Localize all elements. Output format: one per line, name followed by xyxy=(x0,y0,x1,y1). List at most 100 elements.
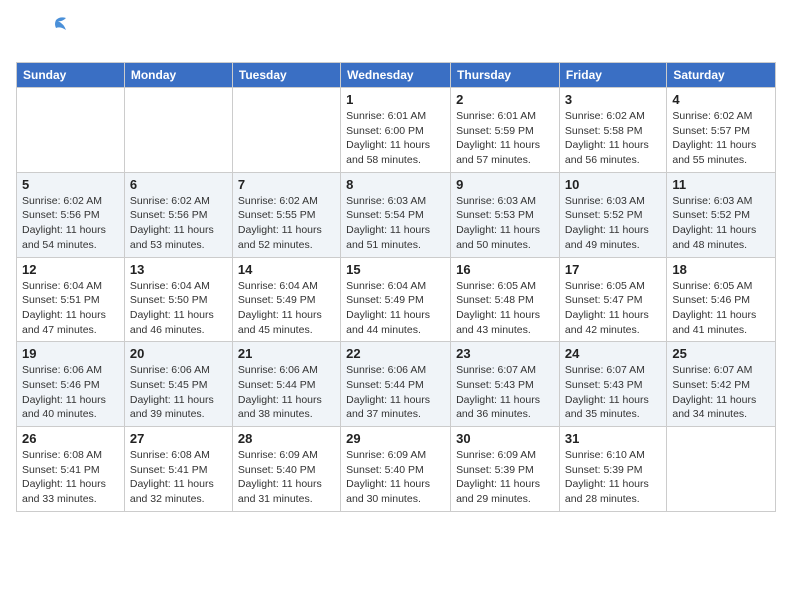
day-number: 6 xyxy=(130,177,227,192)
day-info: Sunrise: 6:03 AMSunset: 5:52 PMDaylight:… xyxy=(565,194,661,253)
weekday-header-wednesday: Wednesday xyxy=(341,63,451,88)
day-info: Sunrise: 6:08 AMSunset: 5:41 PMDaylight:… xyxy=(130,448,227,507)
calendar-week-1: 1 Sunrise: 6:01 AMSunset: 6:00 PMDaylight… xyxy=(17,88,776,173)
calendar-cell: 21 Sunrise: 6:06 AMSunset: 5:44 PMDayligh… xyxy=(232,342,340,427)
calendar-cell: 14 Sunrise: 6:04 AMSunset: 5:49 PMDayligh… xyxy=(232,257,340,342)
calendar-cell: 15Sunrise: 6:04 AMSunset: 5:49 PMDayligh… xyxy=(341,257,451,342)
day-info: Sunrise: 6:04 AMSunset: 5:49 PMDaylight:… xyxy=(346,279,445,338)
day-number: 9 xyxy=(456,177,554,192)
day-number: 31 xyxy=(565,431,661,446)
day-number: 18 xyxy=(672,262,770,277)
day-info: Sunrise: 6:04 AMSunset: 5:51 PMDaylight:… xyxy=(22,279,119,338)
day-info: Sunrise: 6:09 AMSunset: 5:40 PMDaylight:… xyxy=(238,448,335,507)
day-info: Sunrise: 6:07 AMSunset: 5:43 PMDaylight:… xyxy=(565,363,661,422)
day-number: 4 xyxy=(672,92,770,107)
day-info: Sunrise: 6:06 AMSunset: 5:45 PMDaylight:… xyxy=(130,363,227,422)
day-info: Sunrise: 6:06 AMSunset: 5:44 PMDaylight:… xyxy=(346,363,445,422)
calendar-cell: 27Sunrise: 6:08 AMSunset: 5:41 PMDayligh… xyxy=(124,427,232,512)
day-number: 21 xyxy=(238,346,335,361)
day-info: Sunrise: 6:03 AMSunset: 5:53 PMDaylight:… xyxy=(456,194,554,253)
calendar-cell: 7 Sunrise: 6:02 AMSunset: 5:55 PMDaylight… xyxy=(232,172,340,257)
day-number: 29 xyxy=(346,431,445,446)
day-info: Sunrise: 6:09 AMSunset: 5:40 PMDaylight:… xyxy=(346,448,445,507)
day-number: 3 xyxy=(565,92,661,107)
calendar-cell xyxy=(17,88,125,173)
day-info: Sunrise: 6:09 AMSunset: 5:39 PMDaylight:… xyxy=(456,448,554,507)
day-number: 23 xyxy=(456,346,554,361)
day-number: 16 xyxy=(456,262,554,277)
calendar-cell: 8 Sunrise: 6:03 AMSunset: 5:54 PMDaylight… xyxy=(341,172,451,257)
day-info: Sunrise: 6:04 AMSunset: 5:50 PMDaylight:… xyxy=(130,279,227,338)
day-info: Sunrise: 6:06 AMSunset: 5:44 PMDaylight:… xyxy=(238,363,335,422)
calendar-cell: 11 Sunrise: 6:03 AMSunset: 5:52 PMDayligh… xyxy=(667,172,776,257)
day-number: 25 xyxy=(672,346,770,361)
day-info: Sunrise: 6:08 AMSunset: 5:41 PMDaylight:… xyxy=(22,448,119,507)
day-info: Sunrise: 6:02 AMSunset: 5:56 PMDaylight:… xyxy=(130,194,227,253)
calendar-cell: 6 Sunrise: 6:02 AMSunset: 5:56 PMDaylight… xyxy=(124,172,232,257)
day-info: Sunrise: 6:02 AMSunset: 5:57 PMDaylight:… xyxy=(672,109,770,168)
day-info: Sunrise: 6:02 AMSunset: 5:58 PMDaylight:… xyxy=(565,109,661,168)
calendar-cell: 24 Sunrise: 6:07 AMSunset: 5:43 PMDayligh… xyxy=(559,342,666,427)
day-number: 30 xyxy=(456,431,554,446)
calendar-cell: 13 Sunrise: 6:04 AMSunset: 5:50 PMDayligh… xyxy=(124,257,232,342)
logo xyxy=(16,16,68,54)
day-info: Sunrise: 6:05 AMSunset: 5:47 PMDaylight:… xyxy=(565,279,661,338)
calendar-cell: 1 Sunrise: 6:01 AMSunset: 6:00 PMDaylight… xyxy=(341,88,451,173)
day-info: Sunrise: 6:02 AMSunset: 5:56 PMDaylight:… xyxy=(22,194,119,253)
day-number: 2 xyxy=(456,92,554,107)
calendar-cell: 4 Sunrise: 6:02 AMSunset: 5:57 PMDaylight… xyxy=(667,88,776,173)
day-info: Sunrise: 6:07 AMSunset: 5:42 PMDaylight:… xyxy=(672,363,770,422)
calendar-cell xyxy=(232,88,340,173)
calendar-cell xyxy=(124,88,232,173)
day-number: 13 xyxy=(130,262,227,277)
calendar-cell: 20 Sunrise: 6:06 AMSunset: 5:45 PMDayligh… xyxy=(124,342,232,427)
calendar-cell: 5Sunrise: 6:02 AMSunset: 5:56 PMDaylight… xyxy=(17,172,125,257)
calendar-cell: 17Sunrise: 6:05 AMSunset: 5:47 PMDayligh… xyxy=(559,257,666,342)
calendar-week-5: 26 Sunrise: 6:08 AMSunset: 5:41 PMDayligh… xyxy=(17,427,776,512)
calendar-week-3: 12 Sunrise: 6:04 AMSunset: 5:51 PMDayligh… xyxy=(17,257,776,342)
day-number: 20 xyxy=(130,346,227,361)
day-number: 7 xyxy=(238,177,335,192)
calendar-table: SundayMondayTuesdayWednesdayThursdayFrid… xyxy=(16,62,776,512)
calendar-cell: 31Sunrise: 6:10 AMSunset: 5:39 PMDayligh… xyxy=(559,427,666,512)
day-number: 12 xyxy=(22,262,119,277)
day-number: 11 xyxy=(672,177,770,192)
calendar-cell: 22Sunrise: 6:06 AMSunset: 5:44 PMDayligh… xyxy=(341,342,451,427)
weekday-header-thursday: Thursday xyxy=(451,63,560,88)
day-info: Sunrise: 6:04 AMSunset: 5:49 PMDaylight:… xyxy=(238,279,335,338)
title-block xyxy=(68,16,776,18)
calendar-cell: 10 Sunrise: 6:03 AMSunset: 5:52 PMDayligh… xyxy=(559,172,666,257)
calendar-cell: 2 Sunrise: 6:01 AMSunset: 5:59 PMDaylight… xyxy=(451,88,560,173)
calendar-cell: 9 Sunrise: 6:03 AMSunset: 5:53 PMDaylight… xyxy=(451,172,560,257)
calendar-cell: 23 Sunrise: 6:07 AMSunset: 5:43 PMDayligh… xyxy=(451,342,560,427)
day-info: Sunrise: 6:07 AMSunset: 5:43 PMDaylight:… xyxy=(456,363,554,422)
day-number: 19 xyxy=(22,346,119,361)
calendar-cell: 16 Sunrise: 6:05 AMSunset: 5:48 PMDayligh… xyxy=(451,257,560,342)
calendar-cell: 26 Sunrise: 6:08 AMSunset: 5:41 PMDayligh… xyxy=(17,427,125,512)
day-info: Sunrise: 6:05 AMSunset: 5:48 PMDaylight:… xyxy=(456,279,554,338)
day-info: Sunrise: 6:03 AMSunset: 5:52 PMDaylight:… xyxy=(672,194,770,253)
weekday-header-tuesday: Tuesday xyxy=(232,63,340,88)
day-info: Sunrise: 6:01 AMSunset: 6:00 PMDaylight:… xyxy=(346,109,445,168)
calendar-cell: 29 Sunrise: 6:09 AMSunset: 5:40 PMDayligh… xyxy=(341,427,451,512)
day-info: Sunrise: 6:02 AMSunset: 5:55 PMDaylight:… xyxy=(238,194,335,253)
day-info: Sunrise: 6:06 AMSunset: 5:46 PMDaylight:… xyxy=(22,363,119,422)
calendar-cell: 30 Sunrise: 6:09 AMSunset: 5:39 PMDayligh… xyxy=(451,427,560,512)
day-info: Sunrise: 6:03 AMSunset: 5:54 PMDaylight:… xyxy=(346,194,445,253)
calendar-cell: 28Sunrise: 6:09 AMSunset: 5:40 PMDayligh… xyxy=(232,427,340,512)
day-number: 10 xyxy=(565,177,661,192)
calendar-cell: 19 Sunrise: 6:06 AMSunset: 5:46 PMDayligh… xyxy=(17,342,125,427)
day-number: 14 xyxy=(238,262,335,277)
calendar-cell: 18Sunrise: 6:05 AMSunset: 5:46 PMDayligh… xyxy=(667,257,776,342)
calendar-body: 1 Sunrise: 6:01 AMSunset: 6:00 PMDaylight… xyxy=(17,88,776,512)
day-info: Sunrise: 6:01 AMSunset: 5:59 PMDaylight:… xyxy=(456,109,554,168)
weekday-header-monday: Monday xyxy=(124,63,232,88)
calendar-cell: 25 Sunrise: 6:07 AMSunset: 5:42 PMDayligh… xyxy=(667,342,776,427)
day-number: 1 xyxy=(346,92,445,107)
day-number: 8 xyxy=(346,177,445,192)
page-header xyxy=(16,16,776,54)
day-number: 26 xyxy=(22,431,119,446)
calendar-week-4: 19 Sunrise: 6:06 AMSunset: 5:46 PMDayligh… xyxy=(17,342,776,427)
calendar-cell xyxy=(667,427,776,512)
day-number: 24 xyxy=(565,346,661,361)
